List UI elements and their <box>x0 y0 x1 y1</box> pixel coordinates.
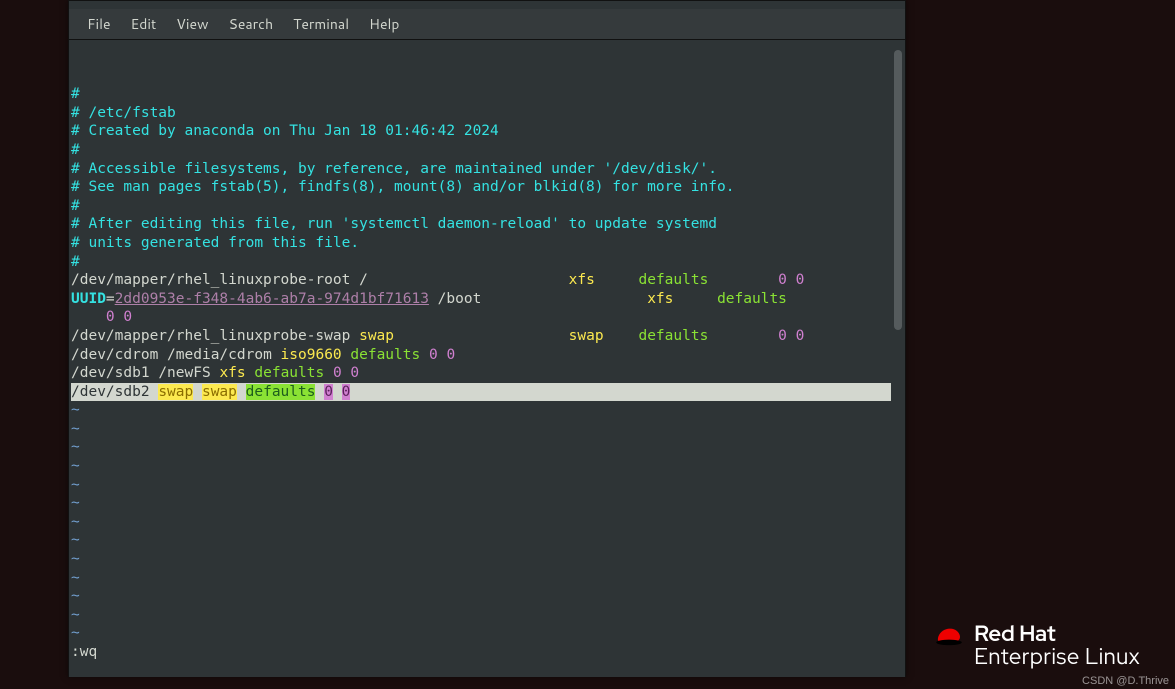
fs-pass: 0 <box>342 384 351 400</box>
menu-search[interactable]: Search <box>219 10 284 38</box>
comment-line: # <box>71 198 80 214</box>
vim-tilde: ~ <box>71 421 80 437</box>
fstab-row: /dev/mapper/rhel_linuxprobe-root / xfs d… <box>71 272 804 288</box>
fs-type: swap <box>202 384 237 400</box>
menu-view[interactable]: View <box>166 10 218 38</box>
menu-edit[interactable]: Edit <box>121 10 167 38</box>
fs-opts: defaults <box>246 384 316 400</box>
vim-tilde: ~ <box>71 625 80 641</box>
fstab-row: UUID=2dd0953e-f348-4ab6-ab7a-974d1bf7161… <box>71 291 831 326</box>
vim-tilde: ~ <box>71 532 80 548</box>
uuid-value: 2dd0953e-f348-4ab6-ab7a-974d1bf71613 <box>115 291 429 307</box>
fs-opts: defaults <box>350 347 420 363</box>
comment-line: # <box>71 254 80 270</box>
comment-line: # /etc/fstab <box>71 105 176 121</box>
fs-opts: defaults <box>717 291 787 307</box>
redhat-hat-icon <box>934 625 964 647</box>
vim-tilde: ~ <box>71 588 80 604</box>
menu-file[interactable]: File <box>77 10 121 38</box>
fs-dev: /dev/mapper/rhel_linuxprobe-root <box>71 272 350 288</box>
vim-tilde: ~ <box>71 495 80 511</box>
titlebar <box>69 1 905 9</box>
comment-line: # After editing this file, run 'systemct… <box>71 216 717 232</box>
redhat-logo: Red Hat Enterprise Linux <box>934 623 1140 669</box>
fs-opts: defaults <box>254 365 324 381</box>
fs-dev: /dev/mapper/rhel_linuxprobe-swap <box>71 328 350 344</box>
vim-tilde: ~ <box>71 402 80 418</box>
comment-line: # units generated from this file. <box>71 235 359 251</box>
fs-mnt: /newFS <box>158 365 210 381</box>
fs-mnt: /media/cdrom <box>167 347 272 363</box>
fs-mnt: swap <box>359 328 394 344</box>
vim-command-line[interactable]: :wq <box>71 644 97 660</box>
vim-tilde: ~ <box>71 551 80 567</box>
fstab-row-current: /dev/sdb2 swap swap defaults 0 0 <box>71 383 891 402</box>
comment-line: # See man pages fstab(5), findfs(8), mou… <box>71 179 734 195</box>
uuid-eq: = <box>106 291 115 307</box>
comment-line: # Accessible filesystems, by reference, … <box>71 161 717 177</box>
fs-dev: /dev/sdb2 <box>71 384 150 400</box>
fs-type: iso9660 <box>281 347 342 363</box>
comment-line: # <box>71 142 80 158</box>
fs-pass: 0 <box>123 309 132 325</box>
menu-help[interactable]: Help <box>359 10 409 38</box>
vim-tilde: ~ <box>71 458 80 474</box>
comment-line: # Created by anaconda on Thu Jan 18 01:4… <box>71 123 499 139</box>
vim-tilde: ~ <box>71 514 80 530</box>
fstab-row: /dev/mapper/rhel_linuxprobe-swap swap sw… <box>71 328 804 344</box>
fs-type: xfs <box>647 291 673 307</box>
fs-mnt: / <box>359 272 368 288</box>
fs-mnt: /boot <box>438 291 482 307</box>
menu-terminal[interactable]: Terminal <box>283 10 359 38</box>
fs-type: xfs <box>219 365 245 381</box>
fs-pass: 0 <box>446 347 455 363</box>
menubar: File Edit View Search Terminal Help <box>69 9 905 40</box>
fs-pass: 0 <box>350 365 359 381</box>
fs-pass: 0 <box>796 328 805 344</box>
vim-tilde: ~ <box>71 477 80 493</box>
fs-opts: defaults <box>638 272 708 288</box>
uuid-label: UUID <box>71 291 106 307</box>
terminal-editor[interactable]: # # /etc/fstab # Created by anaconda on … <box>69 40 905 677</box>
terminal-window: File Edit View Search Terminal Help # # … <box>68 0 906 677</box>
fs-pass: 0 <box>796 272 805 288</box>
fs-dump: 0 <box>324 384 333 400</box>
redhat-line2: Enterprise Linux <box>974 645 1140 669</box>
fs-type: swap <box>569 328 604 344</box>
fs-opts: defaults <box>638 328 708 344</box>
watermark: CSDN @D.Thrive <box>1082 675 1169 687</box>
fs-mnt: swap <box>158 384 193 400</box>
fs-dump: 0 <box>429 347 438 363</box>
scrollbar-thumb[interactable] <box>894 50 902 330</box>
fs-dev: /dev/sdb1 <box>71 365 150 381</box>
comment-line: # <box>71 86 80 102</box>
vim-tilde: ~ <box>71 439 80 455</box>
fs-dump: 0 <box>778 272 787 288</box>
fs-dev: /dev/cdrom <box>71 347 158 363</box>
vim-tilde: ~ <box>71 607 80 623</box>
fs-dump: 0 <box>778 328 787 344</box>
vim-tilde: ~ <box>71 570 80 586</box>
redhat-text: Red Hat Enterprise Linux <box>974 623 1140 669</box>
fs-type: xfs <box>569 272 595 288</box>
fs-dump: 0 <box>106 309 115 325</box>
fstab-row: /dev/cdrom /media/cdrom iso9660 defaults… <box>71 347 455 363</box>
fstab-row: /dev/sdb1 /newFS xfs defaults 0 0 <box>71 365 359 381</box>
fs-dump: 0 <box>333 365 342 381</box>
